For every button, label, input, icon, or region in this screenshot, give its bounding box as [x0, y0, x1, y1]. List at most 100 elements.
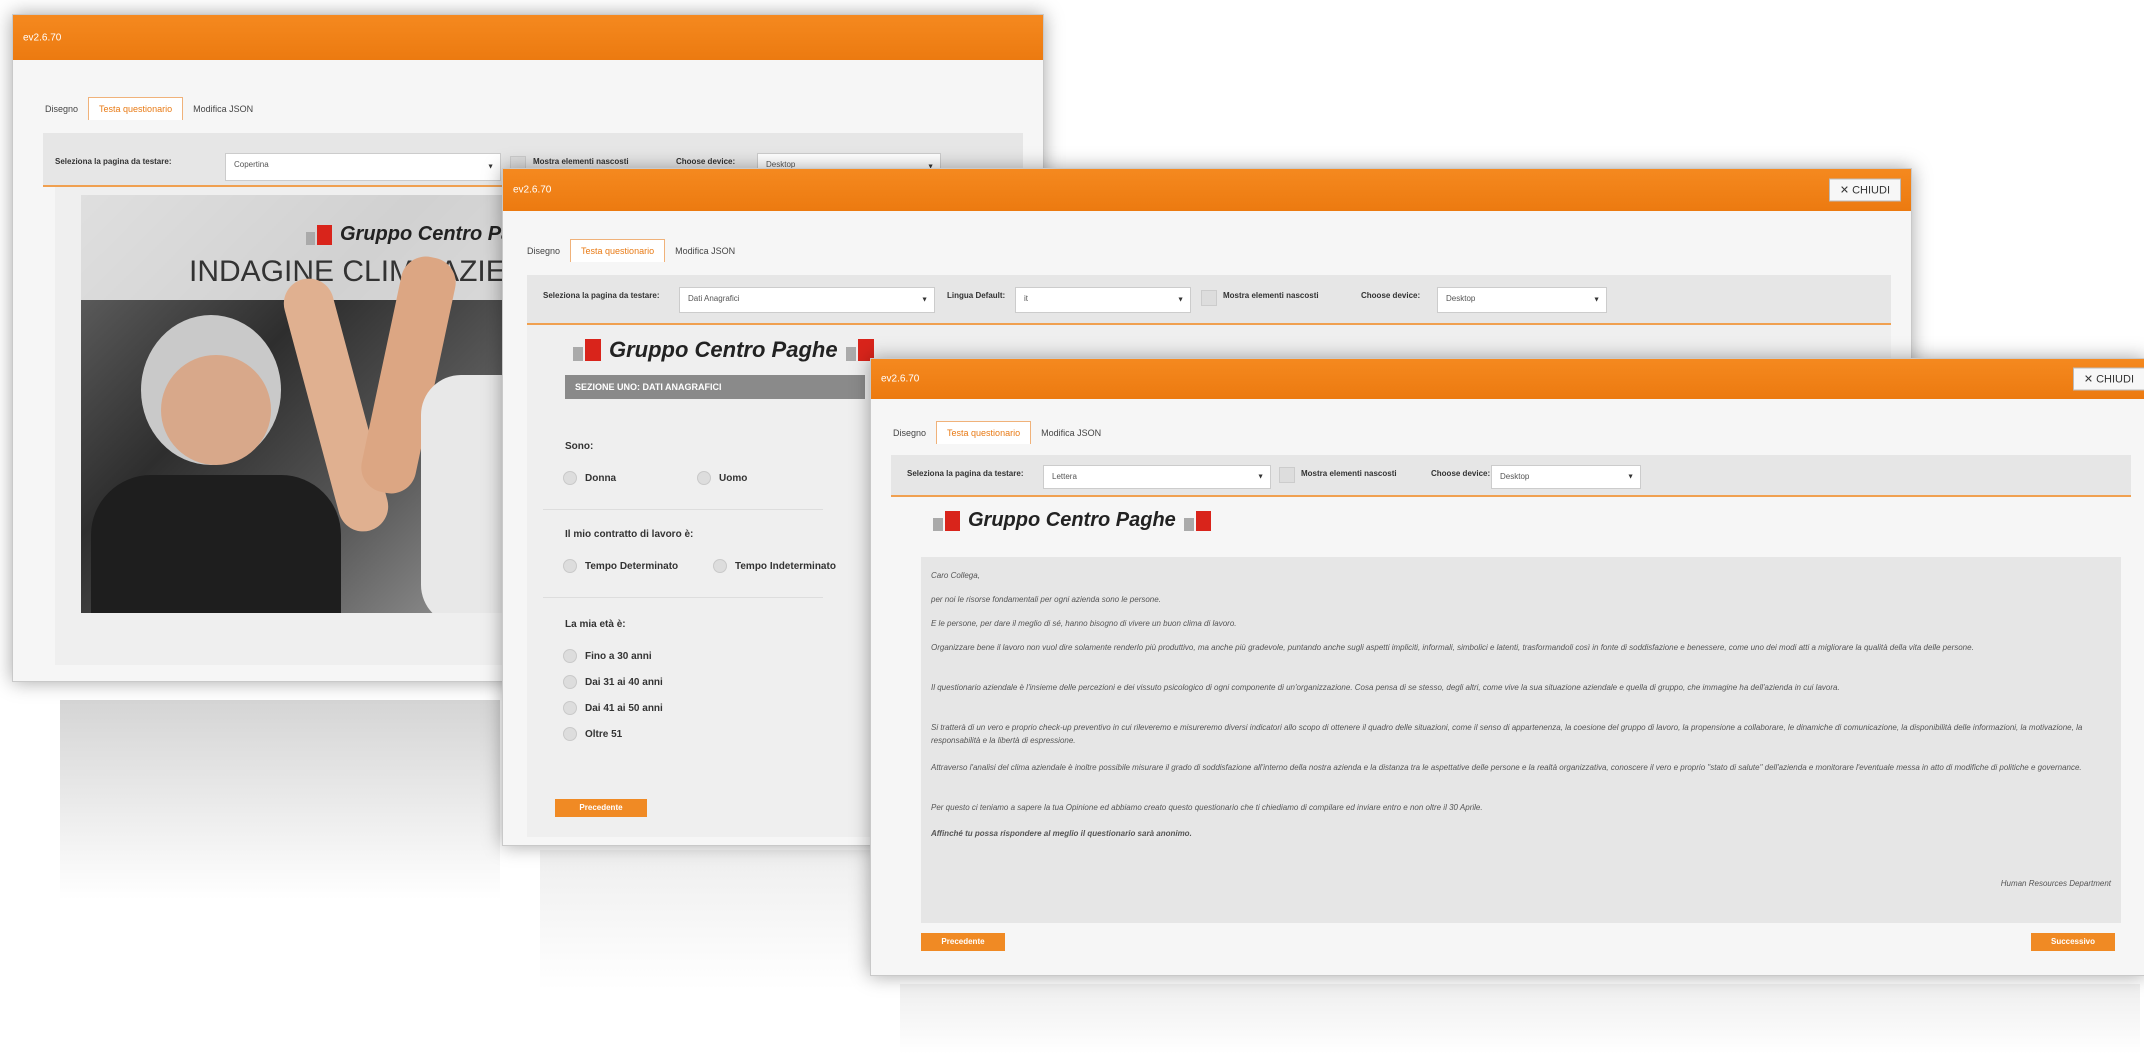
page-select-value: Copertina	[234, 160, 269, 169]
tab-disegno[interactable]: Disegno	[517, 240, 570, 262]
device-select-value: Desktop	[1500, 472, 1530, 481]
letter-paragraph: Il questionario aziendale è l'insieme de…	[931, 683, 1840, 692]
reflection	[540, 850, 880, 990]
device-label: Choose device:	[1431, 469, 1491, 478]
question-age: La mia età è:	[565, 619, 626, 630]
page-select-value: Lettera	[1052, 472, 1077, 481]
option-label: Tempo Indeterminato	[735, 560, 836, 572]
tab-bar: Disegno Testa questionario Modifica JSON	[883, 421, 1111, 444]
page-select-value: Dati Anagrafici	[688, 294, 740, 303]
page-select[interactable]: Copertina ▼	[225, 153, 501, 181]
logo-icon	[573, 339, 601, 361]
chevron-down-icon: ▼	[921, 296, 928, 304]
title-bar: ev2.6.70	[13, 15, 1043, 60]
radio-option[interactable]: Tempo Indeterminato	[713, 559, 836, 573]
language-select[interactable]: it ▼	[1015, 287, 1191, 313]
radio-button[interactable]	[713, 559, 727, 573]
radio-option[interactable]: Dai 41 ai 50 anni	[563, 701, 663, 715]
person-shirt	[421, 375, 513, 613]
letter-paragraph: Organizzare bene il lavoro non vuol dire…	[931, 643, 1974, 652]
show-hidden-label: Mostra elementi nascosti	[1301, 469, 1397, 478]
version-label: ev2.6.70	[881, 373, 920, 385]
reflection	[60, 700, 500, 900]
previous-button[interactable]: Precedente	[555, 799, 647, 817]
close-icon: ✕	[1839, 184, 1853, 197]
option-label: Uomo	[719, 472, 748, 484]
show-hidden-checkbox[interactable]	[1279, 467, 1295, 483]
section-header: SEZIONE UNO: DATI ANAGRAFICI	[565, 375, 865, 399]
device-select[interactable]: Desktop ▼	[1491, 465, 1641, 489]
logo-icon	[933, 510, 960, 531]
radio-button[interactable]	[563, 649, 577, 663]
device-label: Choose device:	[1361, 291, 1421, 300]
page-select[interactable]: Lettera ▼	[1043, 465, 1271, 489]
logo-icon	[306, 224, 332, 245]
close-label: CHIUDI	[2096, 373, 2134, 386]
close-button[interactable]: ✕ CHIUDI	[2072, 367, 2144, 391]
radio-button[interactable]	[697, 471, 711, 485]
next-button[interactable]: Successivo	[2031, 933, 2115, 951]
page-select[interactable]: Dati Anagrafici ▼	[679, 287, 935, 313]
person-body	[91, 475, 341, 613]
option-label: Fino a 30 anni	[585, 650, 652, 662]
option-label: Tempo Determinato	[585, 560, 679, 572]
page-select-label: Seleziona la pagina da testare:	[907, 469, 1024, 478]
tab-disegno[interactable]: Disegno	[35, 98, 88, 120]
tab-testa-questionario[interactable]: Testa questionario	[570, 239, 666, 262]
radio-option[interactable]: Oltre 51	[563, 727, 622, 741]
chevron-down-icon: ▼	[1627, 473, 1634, 481]
brand-name: Gruppo Centro Paghe	[340, 223, 513, 245]
tab-bar: Disegno Testa questionario Modifica JSON	[517, 239, 745, 262]
radio-option[interactable]: Dai 31 ai 40 anni	[563, 675, 663, 689]
show-hidden-label: Mostra elementi nascosti	[1223, 291, 1319, 300]
letter-paragraph: Per questo ci teniamo a sapere la tua Op…	[931, 803, 1483, 812]
page-select-label: Seleziona la pagina da testare:	[55, 157, 172, 166]
question-contract: Il mio contratto di lavoro è:	[565, 529, 694, 540]
letter-paragraph: Caro Collega,	[931, 571, 980, 580]
option-label: Dai 31 ai 40 anni	[585, 676, 663, 688]
title-bar: ev2.6.70 ✕ CHIUDI	[871, 359, 2144, 399]
tab-modifica-json[interactable]: Modifica JSON	[665, 240, 745, 262]
letter-paragraph: Affinché tu possa rispondere al meglio i…	[931, 829, 1192, 838]
radio-button[interactable]	[563, 471, 577, 485]
device-label: Choose device:	[676, 157, 736, 166]
question-gender: Sono:	[565, 441, 594, 452]
close-button[interactable]: ✕ CHIUDI	[1828, 178, 1901, 202]
previous-button[interactable]: Precedente	[921, 933, 1005, 951]
radio-button[interactable]	[563, 701, 577, 715]
radio-option[interactable]: Tempo Determinato	[563, 559, 678, 573]
cover-photo: Gruppo Centro Paghe INDAGINE CLIMA AZIEN	[81, 195, 513, 613]
brand-logo: Gruppo Centro Paghe	[933, 509, 1211, 532]
chevron-down-icon: ▼	[1177, 296, 1184, 304]
letter-paragraph: per noi le risorse fondamentali per ogni…	[931, 595, 1161, 604]
reflection	[900, 984, 2140, 1054]
brand-logo: Gruppo Centro Paghe	[306, 223, 513, 246]
radio-button[interactable]	[563, 727, 577, 741]
cover-title: INDAGINE CLIMA AZIEN	[189, 255, 513, 288]
language-label: Lingua Default:	[947, 291, 1006, 300]
tab-disegno[interactable]: Disegno	[883, 422, 936, 444]
brand-name: Gruppo Centro Paghe	[609, 337, 838, 362]
brand-logo: Gruppo Centro Paghe	[573, 337, 874, 363]
brand-name: Gruppo Centro Paghe	[968, 509, 1176, 531]
tab-testa-questionario[interactable]: Testa questionario	[936, 421, 1032, 444]
tab-modifica-json[interactable]: Modifica JSON	[1031, 422, 1111, 444]
device-select[interactable]: Desktop ▼	[1437, 287, 1607, 313]
logo-icon	[1183, 510, 1211, 531]
letter-paragraph: E le persone, per dare il meglio di sé, …	[931, 619, 1237, 628]
radio-button[interactable]	[563, 559, 577, 573]
chevron-down-icon: ▼	[487, 163, 494, 171]
radio-option[interactable]: Uomo	[697, 471, 747, 485]
show-hidden-checkbox[interactable]	[1201, 290, 1217, 306]
tab-modifica-json[interactable]: Modifica JSON	[183, 98, 263, 120]
radio-button[interactable]	[563, 675, 577, 689]
tab-testa-questionario[interactable]: Testa questionario	[88, 97, 184, 120]
chevron-down-icon: ▼	[1257, 473, 1264, 481]
close-icon: ✕	[2083, 373, 2097, 386]
letter-body: Caro Collega, per noi le risorse fondame…	[921, 557, 2121, 923]
letter-paragraph: Attraverso l'analisi del clima aziendale…	[931, 763, 2082, 772]
radio-option[interactable]: Fino a 30 anni	[563, 649, 652, 663]
radio-option[interactable]: Donna	[563, 471, 616, 485]
letter-paragraph: Si tratterà di un vero e proprio check-u…	[931, 723, 2083, 745]
divider	[891, 495, 2131, 497]
